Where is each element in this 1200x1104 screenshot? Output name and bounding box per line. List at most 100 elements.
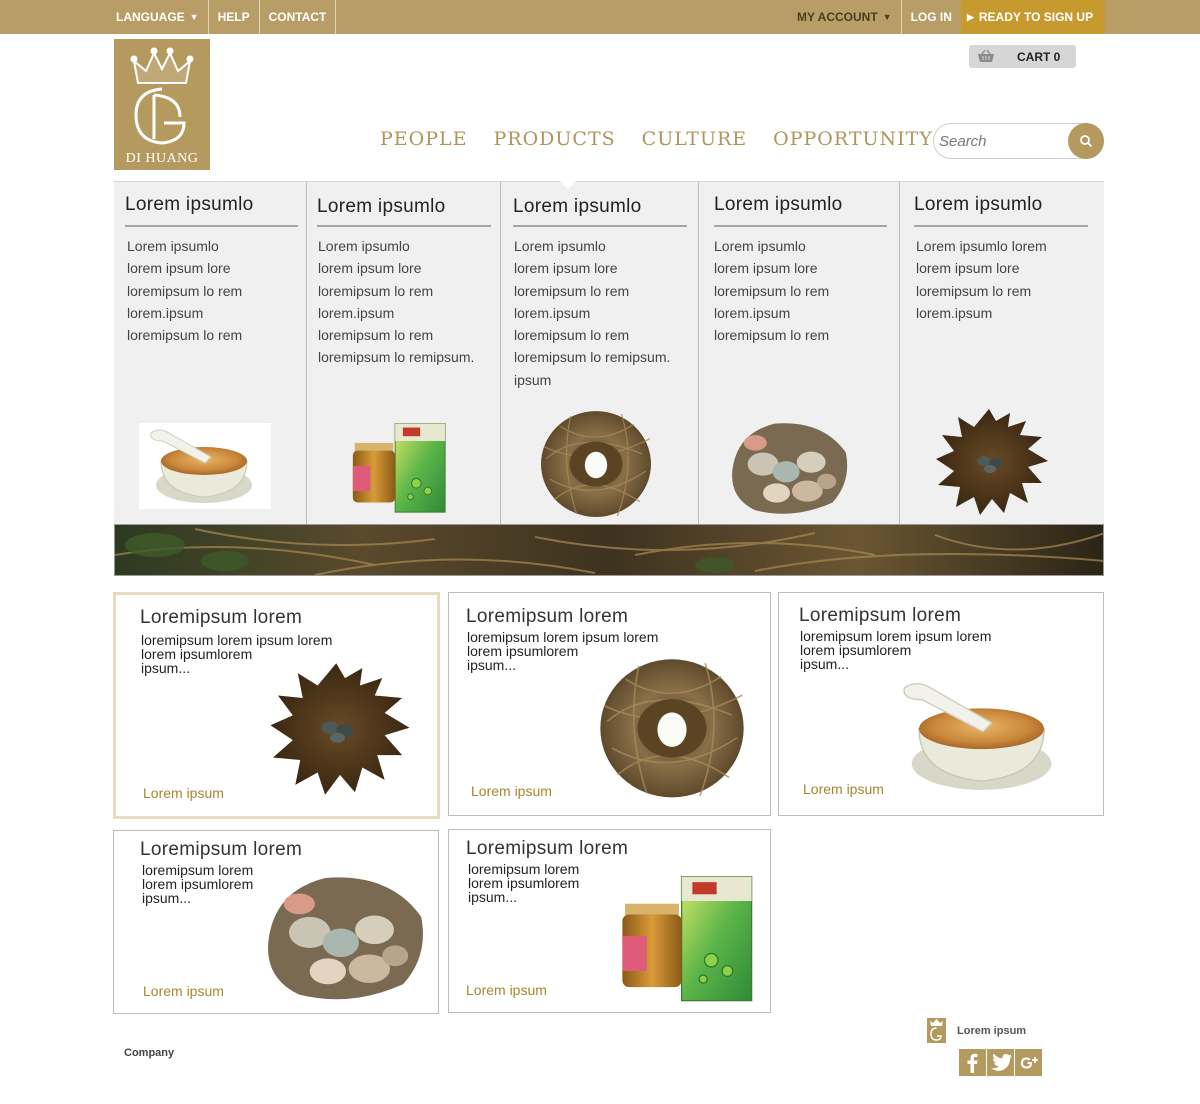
menu-item[interactable]: lorem ipsum lore (127, 257, 242, 279)
menu-item[interactable]: lorem ipsum lore (514, 257, 670, 279)
help-link[interactable]: HELP (209, 0, 260, 34)
nav-people[interactable]: PEOPLE (380, 128, 468, 150)
top-nav-right: MY ACCOUNT ▼ LOG IN ▶ READY TO SIGN UP (788, 0, 1105, 34)
card-link[interactable]: Lorem ipsum (471, 783, 552, 799)
product-card[interactable]: Loremipsum lorem loremipsum lorem ipsum … (448, 592, 771, 816)
menu-column: Lorem ipsumlo Lorem ipsumlo lorem lorem … (900, 182, 1104, 525)
menu-item[interactable]: loremipsum lo rem (514, 280, 670, 302)
menu-item[interactable]: loremipsum lo rem (714, 280, 829, 302)
menu-item[interactable]: lorem ipsum lore (318, 257, 474, 279)
main-nav: PEOPLE PRODUCTS CULTURE OPPORTUNITY (380, 128, 959, 150)
menu-item[interactable]: lorem ipsum lore (714, 257, 829, 279)
shells-and-eggs-image (268, 877, 423, 1000)
signup-label: READY TO SIGN UP (978, 10, 1094, 24)
my-account-menu[interactable]: MY ACCOUNT ▼ (788, 0, 902, 34)
menu-item[interactable]: loremipsum lo rem (127, 280, 242, 302)
caret-down-icon: ▼ (882, 12, 892, 22)
card-description-line: loremipsum lorem (142, 862, 254, 878)
search-button[interactable] (1068, 123, 1104, 159)
top-nav-left: LANGUAGE ▼ HELP CONTACT (114, 0, 337, 34)
menu-list: Lorem ipsumlo lorem ipsum lore loremipsu… (514, 235, 670, 391)
google-plus-icon[interactable] (1015, 1049, 1042, 1076)
menu-item[interactable]: loremipsum lo rem (127, 324, 242, 346)
facebook-icon[interactable] (959, 1049, 986, 1076)
footer-company[interactable]: Company (124, 1047, 174, 1059)
card-description-line: loremipsum lorem ipsum lorem (800, 628, 992, 644)
card-description-line: ipsum... (468, 889, 518, 905)
menu-column-title[interactable]: Lorem ipsumlo (914, 194, 1043, 216)
menu-list: Lorem ipsumlo lorem ipsum lore loremipsu… (714, 235, 829, 346)
menu-column-title[interactable]: Lorem ipsumlo (317, 196, 446, 218)
menu-item[interactable]: ipsum (514, 369, 670, 391)
language-menu[interactable]: LANGUAGE ▼ (114, 0, 209, 34)
menu-column: Lorem ipsumlo Lorem ipsumlo lorem ipsum … (114, 182, 307, 525)
menu-item[interactable]: lorem.ipsum (714, 302, 829, 324)
menu-item[interactable]: lorem.ipsum (318, 302, 474, 324)
menu-item[interactable]: loremipsum lo remipsum. (318, 346, 474, 368)
nav-products[interactable]: PRODUCTS (494, 128, 616, 150)
nav-opportunity[interactable]: OPPORTUNITY (773, 128, 933, 150)
basket-icon (978, 49, 994, 62)
menu-item[interactable]: loremipsum lo rem (318, 280, 474, 302)
menu-column: Lorem ipsumlo Lorem ipsumlo lorem ipsum … (307, 182, 501, 525)
signup-button[interactable]: ▶ READY TO SIGN UP (960, 0, 1105, 34)
product-card[interactable]: Loremipsum lorem loremipsum lorem ipsum … (778, 592, 1104, 816)
card-title: Loremipsum lorem (140, 607, 303, 628)
bird-nest-soup-bowl-image[interactable] (139, 423, 271, 509)
language-label: LANGUAGE (116, 10, 185, 24)
card-link[interactable]: Lorem ipsum (803, 781, 884, 797)
menu-item[interactable]: loremipsum lo rem (514, 324, 670, 346)
card-description: loremipsum lorem lorem ipsumlorem ipsum.… (468, 862, 579, 904)
products-mega-menu: Lorem ipsumlo Lorem ipsumlo lorem ipsum … (114, 181, 1104, 525)
card-title: Loremipsum lorem (140, 839, 303, 860)
card-title: Loremipsum lorem (466, 838, 629, 859)
menu-list: Lorem ipsumlo lorem ipsum lore loremipsu… (318, 235, 474, 369)
product-card[interactable]: Loremipsum lorem loremipsum lorem ipsum … (113, 592, 440, 819)
twitter-icon[interactable] (987, 1049, 1014, 1076)
menu-item[interactable]: loremipsum lo rem (916, 280, 1047, 302)
menu-column-title[interactable]: Lorem ipsumlo (125, 194, 254, 216)
menu-item[interactable]: Lorem ipsumlo (318, 235, 474, 257)
menu-item[interactable]: Lorem ipsumlo (127, 235, 242, 257)
menu-column: Lorem ipsumlo Lorem ipsumlo lorem ipsum … (699, 182, 900, 525)
login-link[interactable]: LOG IN (902, 0, 961, 34)
nest-with-egg-image[interactable] (540, 408, 652, 518)
cart-label: CART 0 (1017, 49, 1061, 64)
menu-item[interactable]: lorem.ipsum (514, 302, 670, 324)
forest-floor-image (115, 525, 1103, 575)
contact-link[interactable]: CONTACT (260, 0, 337, 34)
menu-item[interactable]: Lorem ipsumlo (714, 235, 829, 257)
menu-item[interactable]: Lorem ipsumlo lorem (916, 235, 1047, 257)
chlorella-box-and-jar-image[interactable] (349, 414, 449, 518)
search-input[interactable] (939, 130, 1067, 152)
menu-column-title[interactable]: Lorem ipsumlo (513, 196, 642, 218)
soil-with-stones-image[interactable] (934, 406, 1050, 518)
nav-culture[interactable]: CULTURE (642, 128, 747, 150)
menu-item[interactable]: loremipsum lo remipsum. (514, 346, 670, 368)
menu-column-title[interactable]: Lorem ipsumlo (714, 194, 843, 216)
brand-logo[interactable]: DI HUANG (114, 39, 210, 170)
divider (513, 225, 687, 227)
card-link[interactable]: Lorem ipsum (143, 983, 224, 999)
menu-item[interactable]: lorem ipsum lore (916, 257, 1047, 279)
menu-item[interactable]: loremipsum lo rem (318, 324, 474, 346)
menu-item[interactable]: loremipsum lo rem (714, 324, 829, 346)
shells-and-eggs-image[interactable] (724, 414, 856, 518)
card-description-line: ipsum... (800, 656, 850, 672)
menu-item[interactable]: Lorem ipsumlo (514, 235, 670, 257)
product-card[interactable]: Loremipsum lorem loremipsum lorem lorem … (448, 829, 771, 1013)
bird-nest-soup-bowl-image (903, 682, 1053, 791)
menu-item[interactable]: lorem.ipsum (127, 302, 242, 324)
footer-logo-icon (927, 1018, 946, 1043)
footer-label: Lorem ipsum (957, 1025, 1027, 1037)
cart-button[interactable]: CART 0 (969, 45, 1076, 68)
divider (125, 225, 298, 227)
menu-list: Lorem ipsumlo lorem ipsum lore loremipsu… (127, 235, 242, 346)
menu-item[interactable]: lorem.ipsum (916, 302, 1047, 324)
product-card[interactable]: Loremipsum lorem loremipsum lorem lorem … (113, 830, 439, 1014)
card-link[interactable]: Lorem ipsum (466, 982, 547, 998)
play-arrow-icon: ▶ (966, 11, 974, 22)
card-link[interactable]: Lorem ipsum (143, 785, 224, 801)
chlorella-box-and-jar-image (621, 876, 753, 1002)
divider (317, 225, 491, 227)
